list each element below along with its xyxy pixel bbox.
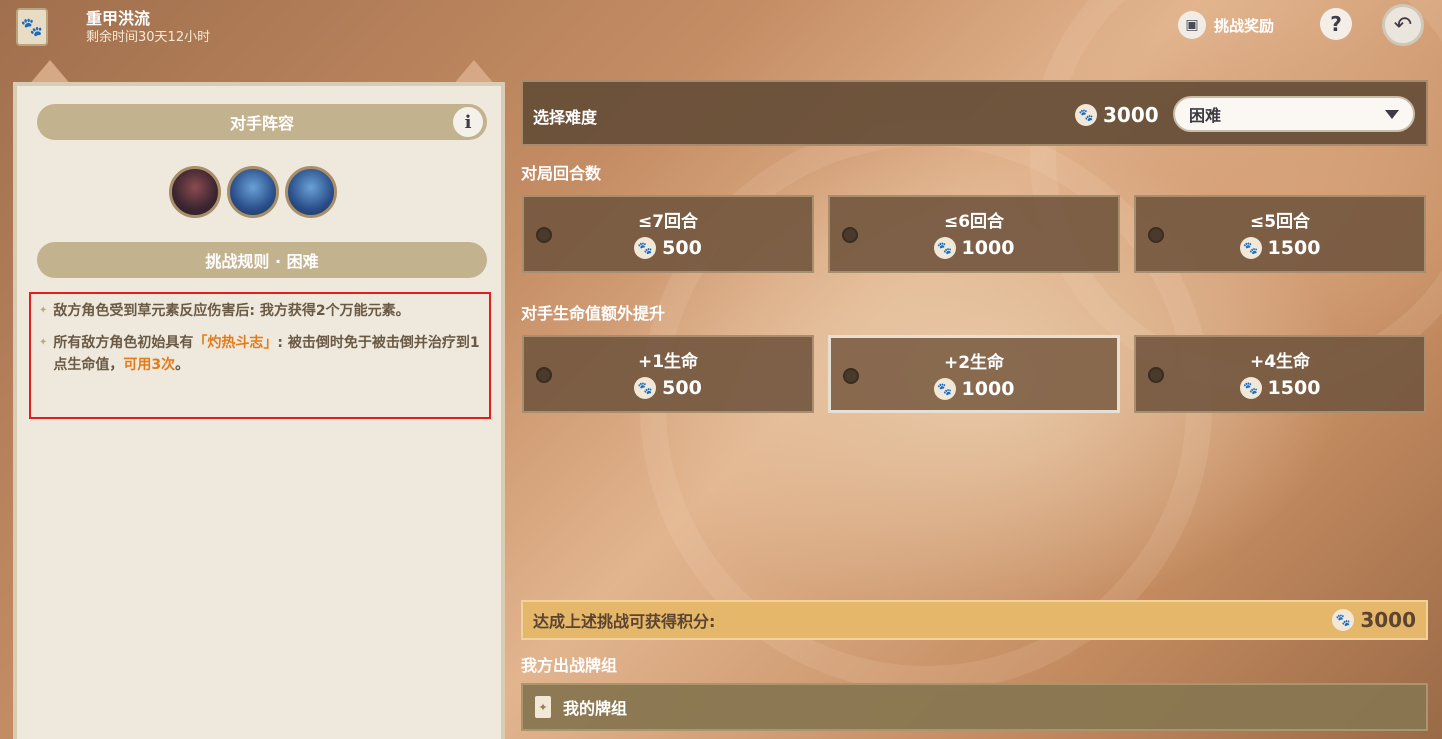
opponent-lineup-title: 对手阵容 xyxy=(229,114,294,133)
score-label: 达成上述挑战可获得积分: xyxy=(533,612,716,631)
paw-point-icon: 🐾 xyxy=(1332,609,1355,631)
rule-item: ✦ 所有敌方角色初始具有「灼热斗志」: 被击倒时免于被击倒并治疗到1点生命值，可… xyxy=(39,332,481,376)
score-bar: 达成上述挑战可获得积分: 🐾 3000 xyxy=(521,600,1428,640)
rule-item: ✦ 敌方角色受到草元素反应伤害后: 我方获得2个万能元素。 xyxy=(39,300,481,322)
option-cost: 🐾 1500 xyxy=(1136,237,1424,259)
challenge-reward-button[interactable]: ▣ 挑战奖励 xyxy=(1178,10,1274,40)
hp-boost-option[interactable]: +2生命 🐾 1000 xyxy=(828,335,1120,413)
remaining-time: 剩余时间30天12小时 xyxy=(86,30,211,45)
deck-card-icon: ✦ xyxy=(535,696,551,718)
paw-point-icon: 🐾 xyxy=(1239,377,1262,399)
opponent-avatars xyxy=(169,166,337,218)
star-bullet-icon: ✦ xyxy=(39,337,48,348)
option-cost: 🐾 1000 xyxy=(831,378,1117,400)
paw-point-icon: 🐾 xyxy=(933,237,956,259)
option-title: +1生命 xyxy=(637,352,699,372)
score-value: 🐾 3000 xyxy=(1332,608,1416,632)
paw-point-icon: 🐾 xyxy=(933,378,956,400)
paw-point-icon: 🐾 xyxy=(634,237,657,259)
option-title: ≤5回合 xyxy=(1249,212,1311,232)
deck-section-label: 我方出战牌组 xyxy=(521,656,618,675)
paw-point-icon: 🐾 xyxy=(1239,237,1262,259)
back-button[interactable]: ↶ xyxy=(1382,4,1424,46)
option-title: ≤6回合 xyxy=(943,212,1005,232)
star-bullet-icon: ✦ xyxy=(39,305,48,316)
rounds-label: 对局回合数 xyxy=(521,164,602,183)
challenge-reward-label: 挑战奖励 xyxy=(1214,16,1275,35)
hp-boost-option[interactable]: +1生命 🐾 500 xyxy=(522,335,814,413)
hp-boost-label: 对手生命值额外提升 xyxy=(521,304,666,323)
rule-text: 所有敌方角色初始具有「灼热斗志」: 被击倒时免于被击倒并治疗到1点生命值，可用3… xyxy=(53,335,480,373)
hp-boost-option[interactable]: +4生命 🐾 1500 xyxy=(1134,335,1426,413)
opponent-avatar[interactable] xyxy=(169,166,221,218)
option-title: +4生命 xyxy=(1249,352,1311,372)
help-button[interactable]: ? xyxy=(1320,8,1352,40)
option-cost: 🐾 1500 xyxy=(1136,377,1424,399)
challenge-rules-header: 挑战规则 · 困难 xyxy=(37,242,487,278)
event-paw-icon: 🐾 xyxy=(16,8,48,46)
difficulty-select[interactable]: 困难 xyxy=(1173,96,1415,132)
rule-highlight: 可用3次 xyxy=(123,357,176,373)
option-cost: 🐾 500 xyxy=(524,237,812,259)
info-icon[interactable]: i xyxy=(453,107,483,137)
treasure-chest-icon: ▣ xyxy=(1178,11,1206,39)
opponent-avatar[interactable] xyxy=(285,166,337,218)
chevron-down-icon xyxy=(1385,109,1399,119)
paw-point-icon: 🐾 xyxy=(1075,104,1097,126)
difficulty-cost: 🐾 3000 xyxy=(1075,103,1159,127)
paw-point-icon: 🐾 xyxy=(634,377,657,399)
rule-text: 敌方角色受到草元素反应伤害后: 我方获得2个万能元素。 xyxy=(53,303,410,319)
option-cost: 🐾 1000 xyxy=(830,237,1118,259)
option-title: ≤7回合 xyxy=(637,212,699,232)
difficulty-bar: 选择难度 🐾 3000 困难 xyxy=(521,80,1428,146)
opponent-panel: 对手阵容 i 挑战规则 · 困难 ✦ 敌方角色受到草元素反应伤害后: 我方获得2… xyxy=(13,82,505,739)
challenge-rules-title: 挑战规则 · 困难 xyxy=(205,252,319,271)
rounds-option[interactable]: ≤6回合 🐾 1000 xyxy=(828,195,1120,273)
deck-selector[interactable]: ✦ 我的牌组 xyxy=(521,683,1428,731)
option-cost: 🐾 500 xyxy=(524,377,812,399)
difficulty-selected-value: 困难 xyxy=(1189,106,1222,125)
deck-name: 我的牌组 xyxy=(563,699,628,718)
opponent-avatar[interactable] xyxy=(227,166,279,218)
option-title: +2生命 xyxy=(943,353,1005,373)
difficulty-label: 选择难度 xyxy=(533,108,598,127)
rule-highlight: 「灼热斗志」 xyxy=(193,335,278,351)
opponent-lineup-header: 对手阵容 i xyxy=(37,104,487,140)
rounds-option[interactable]: ≤7回合 🐾 500 xyxy=(522,195,814,273)
rounds-option[interactable]: ≤5回合 🐾 1500 xyxy=(1134,195,1426,273)
rules-list: ✦ 敌方角色受到草元素反应伤害后: 我方获得2个万能元素。 ✦ 所有敌方角色初始… xyxy=(29,292,491,419)
